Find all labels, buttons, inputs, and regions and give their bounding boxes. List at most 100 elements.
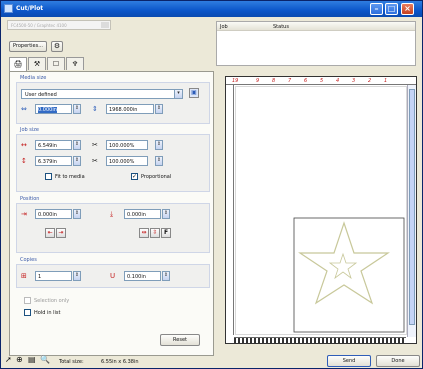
star-outer-shape <box>298 221 390 305</box>
scale-y-field[interactable]: 100.000% <box>106 156 148 166</box>
pointer-icon[interactable]: ➚ <box>5 356 12 364</box>
weed-icon: ♆ <box>71 60 79 68</box>
align-left-button[interactable]: ⇤ <box>45 228 55 238</box>
media-width-stepper[interactable]: ⇕ <box>73 104 81 114</box>
align-center-v-button[interactable]: ⇳ <box>150 228 160 238</box>
send-button-label: Send <box>342 358 356 364</box>
align-center-h-button[interactable]: ⇹ <box>139 228 149 238</box>
ruler-label: 19 <box>232 78 239 84</box>
proportional-label: Proportional <box>141 174 172 180</box>
media-sheet <box>235 86 407 335</box>
tab-options[interactable]: ⚒ <box>28 57 46 70</box>
scale-y-stepper[interactable]: ⇕ <box>155 156 163 166</box>
job-height-field[interactable]: 6.379in <box>35 156 72 166</box>
job-width-value: 6.549in <box>38 143 57 149</box>
hold-in-list-checkbox[interactable] <box>24 309 31 316</box>
preview-scrollbar[interactable] <box>407 85 416 337</box>
star-inner-shape <box>328 252 358 280</box>
done-button[interactable]: Done <box>376 355 420 367</box>
properties-button[interactable]: Properties... <box>9 41 47 52</box>
proportional-checkbox[interactable]: ✓ <box>131 173 138 180</box>
job-column-header[interactable]: Job <box>220 24 228 30</box>
chevron-down-icon <box>101 22 109 28</box>
panel-icon: ☐ <box>52 60 60 68</box>
selection-only-label: Selection only <box>34 298 70 304</box>
scale-x-stepper[interactable]: ⇕ <box>155 140 163 150</box>
spacing-field[interactable]: 0.100in <box>124 271 161 281</box>
maximize-icon[interactable]: □ <box>385 3 398 15</box>
selection-only-checkbox[interactable] <box>24 297 31 304</box>
done-button-label: Done <box>391 358 405 364</box>
copies-value: 1 <box>38 274 42 280</box>
app-icon <box>4 4 13 13</box>
align-right-icon: ⇥ <box>58 229 64 236</box>
media-length-stepper[interactable]: ⇕ <box>155 104 163 114</box>
job-size-group: ↔ 6.549in ⇕ ✂ 100.000% ⇕ ↕ 6.379in ⇕ ✂ 1… <box>16 134 210 192</box>
device-select[interactable]: FC4500-50 / Graphtec 4100 <box>7 20 111 30</box>
plotter-settings-button[interactable]: ⚙ <box>51 41 63 52</box>
fit-to-media-label: Fit to media <box>55 174 85 180</box>
job-height-stepper[interactable]: ⇕ <box>73 156 81 166</box>
position-y-stepper[interactable]: ⇕ <box>162 209 170 219</box>
close-icon[interactable]: × <box>401 3 414 15</box>
media-preset-select[interactable]: User defined <box>21 89 175 99</box>
device-select-value: FC4500-50 / Graphtec 4100 <box>11 23 67 28</box>
media-width-value: 0.000in <box>38 107 57 113</box>
scale-y-icon: ✂ <box>92 157 98 165</box>
plotter-icon: ⚙ <box>53 42 61 50</box>
media-size-group: User defined ▾ ▣ ⇔ 0.000in ⇕ ⇕ 1968.000i… <box>16 82 210 124</box>
tab-weeding[interactable]: ♆ <box>66 57 84 70</box>
status-column-header[interactable]: Status <box>273 24 289 30</box>
zoom-fit-icon[interactable]: ▤ <box>28 356 36 364</box>
total-size-label: Total size: <box>59 359 84 365</box>
position-x-stepper[interactable]: ⇕ <box>73 209 81 219</box>
scale-y-value: 100.000% <box>109 159 135 165</box>
chevron-down-icon[interactable]: ▾ <box>174 89 183 99</box>
scale-x-field[interactable]: 100.000% <box>106 140 148 150</box>
position-y-field[interactable]: 0.000in <box>124 209 161 219</box>
cut-plot-window: Cut/Plot – □ × FC4500-50 / Graphtec 4100… <box>0 0 423 369</box>
align-left-icon: ⇤ <box>47 229 53 236</box>
media-width-field[interactable]: 0.000in <box>35 104 72 114</box>
tab-panel[interactable]: ☐ <box>47 57 65 70</box>
reset-button[interactable]: Reset <box>160 334 200 346</box>
ruler-label: 8 <box>272 78 276 84</box>
total-size-value: 6.55in x 6.38in <box>101 359 139 365</box>
position-x-icon: ⇥ <box>21 210 27 218</box>
ruler-label: 6 <box>304 78 308 84</box>
title-bar[interactable]: Cut/Plot – □ × <box>1 1 422 17</box>
media-preset-value: User defined <box>25 92 57 98</box>
fit-to-media-checkbox[interactable] <box>45 173 52 180</box>
position-x-field[interactable]: 0.000in <box>35 209 72 219</box>
copies-group: ⊞ 1 ⇕ U 0.100in ⇕ <box>16 264 210 288</box>
settings-panel: Media size User defined ▾ ▣ ⇔ 0.000in ⇕ … <box>9 71 214 356</box>
job-status-list[interactable]: Job Status <box>216 21 416 66</box>
copies-field[interactable]: 1 <box>35 271 72 281</box>
vertical-ruler <box>226 85 234 335</box>
media-length-field[interactable]: 1968.000in <box>106 104 154 114</box>
align-right-button[interactable]: ⇥ <box>56 228 66 238</box>
ruler-label: 1 <box>384 78 388 84</box>
fit-position-button[interactable]: F <box>161 228 171 238</box>
minimize-icon[interactable]: – <box>370 3 383 15</box>
scrollbar-thumb[interactable] <box>409 89 415 325</box>
tool-icon: ⚒ <box>33 60 41 68</box>
scale-x-icon: ✂ <box>92 141 98 149</box>
copies-stepper[interactable]: ⇕ <box>73 271 81 281</box>
position-y-icon: ⤓ <box>110 210 114 218</box>
zoom-icon[interactable]: 🔍 <box>40 356 50 364</box>
zoom-in-icon[interactable]: ⊕ <box>16 356 23 364</box>
spacing-stepper[interactable]: ⇕ <box>162 271 170 281</box>
tab-general[interactable]: 🖨 <box>9 57 27 71</box>
measure-media-button[interactable]: ▣ <box>189 88 199 98</box>
media-icon: ▣ <box>191 89 197 96</box>
job-width-field[interactable]: 6.549in <box>35 140 72 150</box>
spacing-value: 0.100in <box>127 274 146 280</box>
job-status-header: Job Status <box>217 22 415 31</box>
horizontal-ruler: 19 9 8 7 6 5 4 3 2 1 <box>226 77 416 85</box>
window-title: Cut/Plot <box>16 5 44 12</box>
ruler-label: 2 <box>368 78 372 84</box>
media-preview[interactable]: 19 9 8 7 6 5 4 3 2 1 <box>225 76 417 344</box>
job-width-stepper[interactable]: ⇕ <box>73 140 81 150</box>
send-button[interactable]: Send <box>327 355 371 367</box>
